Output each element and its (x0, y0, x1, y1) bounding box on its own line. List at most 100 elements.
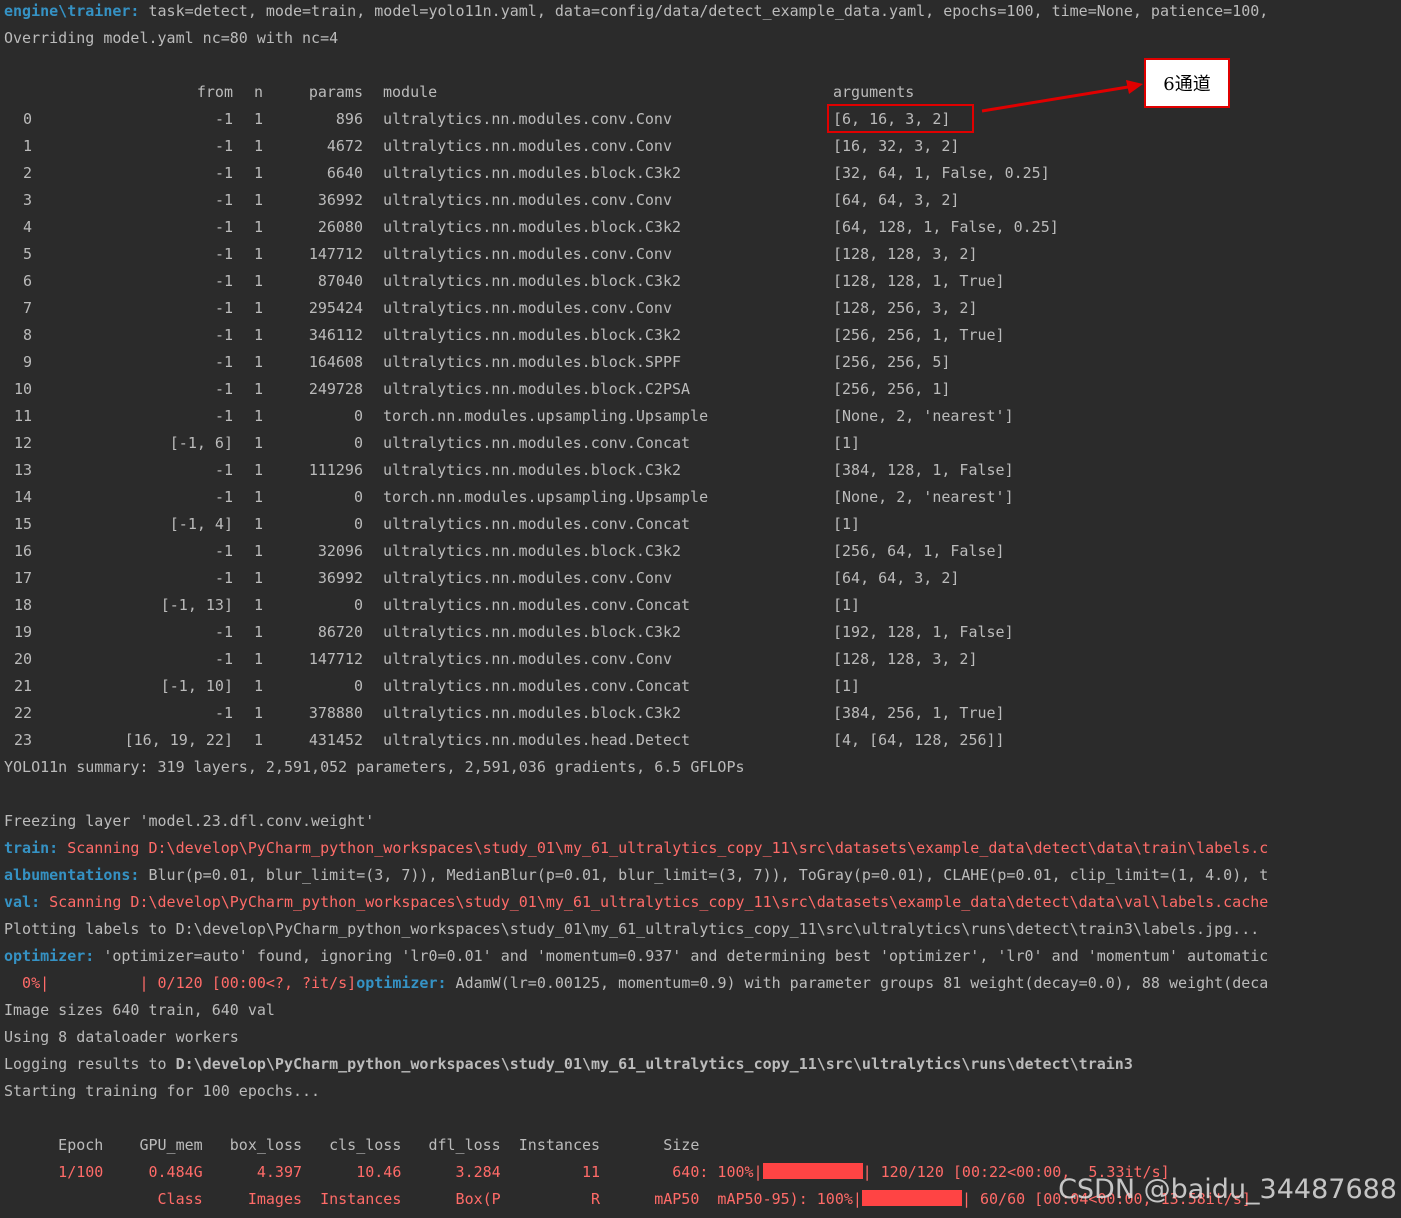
row-arguments: [384, 128, 1, False] (833, 461, 1014, 479)
row-index: 14 (13, 488, 32, 506)
logging-line: Logging results to D:\develop\PyCharm_py… (4, 1053, 1133, 1080)
train-prefix: train: (4, 839, 59, 857)
row-index: 10 (13, 380, 32, 398)
row-index: 5 (22, 245, 32, 263)
highlight-box (827, 104, 974, 133)
workers-line: Using 8 dataloader workers (4, 1028, 239, 1046)
row-index: 3 (22, 191, 32, 209)
row-arguments: [64, 64, 3, 2] (833, 191, 960, 209)
row-module: ultralytics.nn.modules.block.C3k2 (383, 623, 682, 641)
row-index: 12 (13, 434, 32, 452)
row-n: 1 (253, 623, 263, 641)
row-from: -1 (214, 326, 233, 344)
row-from: -1 (214, 488, 233, 506)
col-module: module (383, 83, 438, 101)
epoch-left: 1/100 0.484G 4.397 10.46 3.284 11 640: 1… (4, 1163, 763, 1181)
starting-line: Starting training for 100 epochs... (4, 1082, 321, 1100)
row-n: 1 (253, 461, 263, 479)
row-params: 0 (353, 596, 363, 614)
row-module: ultralytics.nn.modules.conv.Conv (383, 110, 672, 128)
row-from: -1 (214, 110, 233, 128)
row-arguments: [256, 64, 1, False] (833, 542, 1005, 560)
row-arguments: [128, 128, 1, True] (833, 272, 1005, 290)
albumentations-line: albumentations: Blur(p=0.01, blur_limit=… (4, 864, 1268, 891)
row-arguments: [1] (833, 434, 861, 452)
row-n: 1 (253, 515, 263, 533)
row-from: -1 (214, 218, 233, 236)
row-index: 21 (13, 677, 32, 695)
row-module: ultralytics.nn.modules.conv.Conv (383, 299, 672, 317)
trainer-args-text: task=detect, mode=train, model=yolo11n.y… (139, 2, 1269, 20)
row-arguments: [128, 256, 3, 2] (833, 299, 978, 317)
row-from: -1 (214, 569, 233, 587)
row-index: 23 (13, 731, 32, 749)
row-params: 0 (353, 677, 363, 695)
trainer-args-line: engine\trainer: task=detect, mode=train,… (4, 0, 1268, 27)
val-left: Class Images Instances Box(P R mAP50 mAP… (4, 1190, 862, 1208)
row-index: 15 (13, 515, 32, 533)
optimizer2-text: AdamW(lr=0.00125, momentum=0.9) with par… (446, 974, 1269, 992)
row-n: 1 (253, 596, 263, 614)
row-module: ultralytics.nn.modules.block.C3k2 (383, 326, 682, 344)
watermark: CSDN @baidu_34487688 (1058, 1174, 1397, 1205)
freezing-line: Freezing layer 'model.23.dfl.conv.weight… (4, 812, 375, 830)
row-index: 8 (22, 326, 32, 344)
row-arguments: [128, 128, 3, 2] (833, 650, 978, 668)
row-from: -1 (214, 623, 233, 641)
albumentations-prefix: albumentations: (4, 866, 140, 884)
row-module: ultralytics.nn.modules.block.C2PSA (383, 380, 691, 398)
row-arguments: [1] (833, 515, 861, 533)
row-index: 20 (13, 650, 32, 668)
row-module: ultralytics.nn.modules.head.Detect (383, 731, 691, 749)
row-arguments: [None, 2, 'nearest'] (833, 407, 1014, 425)
row-module: ultralytics.nn.modules.conv.Conv (383, 650, 672, 668)
train-scan-text: Scanning D:\develop\PyCharm_python_works… (58, 839, 1269, 857)
row-arguments: [None, 2, 'nearest'] (833, 488, 1014, 506)
row-arguments: [64, 64, 3, 2] (833, 569, 960, 587)
row-params: 164608 (308, 353, 363, 371)
row-index: 22 (13, 704, 32, 722)
row-n: 1 (253, 245, 263, 263)
row-index: 16 (13, 542, 32, 560)
row-n: 1 (253, 704, 263, 722)
row-module: ultralytics.nn.modules.conv.Concat (383, 596, 691, 614)
val-prefix: val: (4, 893, 41, 911)
row-module: ultralytics.nn.modules.block.SPPF (383, 353, 682, 371)
row-params: 147712 (308, 245, 363, 263)
row-n: 1 (253, 650, 263, 668)
logging-path: D:\develop\PyCharm_python_workspaces\stu… (175, 1055, 1133, 1073)
optimizer-line: optimizer: 'optimizer=auto' found, ignor… (4, 945, 1268, 972)
row-n: 1 (253, 137, 263, 155)
row-params: 6640 (326, 164, 363, 182)
optimizer2-prefix: optimizer: (356, 974, 447, 992)
row-index: 1 (22, 137, 32, 155)
row-arguments: [384, 256, 1, True] (833, 704, 1005, 722)
row-from: -1 (214, 137, 233, 155)
row-module: ultralytics.nn.modules.conv.Concat (383, 677, 691, 695)
row-n: 1 (253, 380, 263, 398)
row-from: -1 (214, 299, 233, 317)
row-from: -1 (214, 407, 233, 425)
row-module: ultralytics.nn.modules.conv.Concat (383, 515, 691, 533)
row-arguments: [1] (833, 677, 861, 695)
row-n: 1 (253, 353, 263, 371)
optimizer-prefix: optimizer: (4, 947, 95, 965)
row-module: ultralytics.nn.modules.block.C3k2 (383, 164, 682, 182)
row-n: 1 (253, 569, 263, 587)
col-params: params (308, 83, 363, 101)
progress-zero: 0%| | 0/120 [00:00<?, ?it/s] (4, 974, 357, 992)
row-index: 0 (22, 110, 32, 128)
row-index: 7 (22, 299, 32, 317)
row-module: ultralytics.nn.modules.block.C3k2 (383, 461, 682, 479)
row-n: 1 (253, 677, 263, 695)
row-params: 87040 (317, 272, 363, 290)
optimizer-text: 'optimizer=auto' found, ignoring 'lr0=0.… (94, 947, 1269, 965)
col-n: n (253, 83, 263, 101)
row-index: 18 (13, 596, 32, 614)
row-arguments: [256, 256, 5] (833, 353, 951, 371)
row-params: 378880 (308, 704, 363, 722)
row-params: 0 (353, 488, 363, 506)
row-module: ultralytics.nn.modules.conv.Conv (383, 137, 672, 155)
row-module: ultralytics.nn.modules.block.C3k2 (383, 218, 682, 236)
albumentations-text: Blur(p=0.01, blur_limit=(3, 7)), MedianB… (139, 866, 1269, 884)
